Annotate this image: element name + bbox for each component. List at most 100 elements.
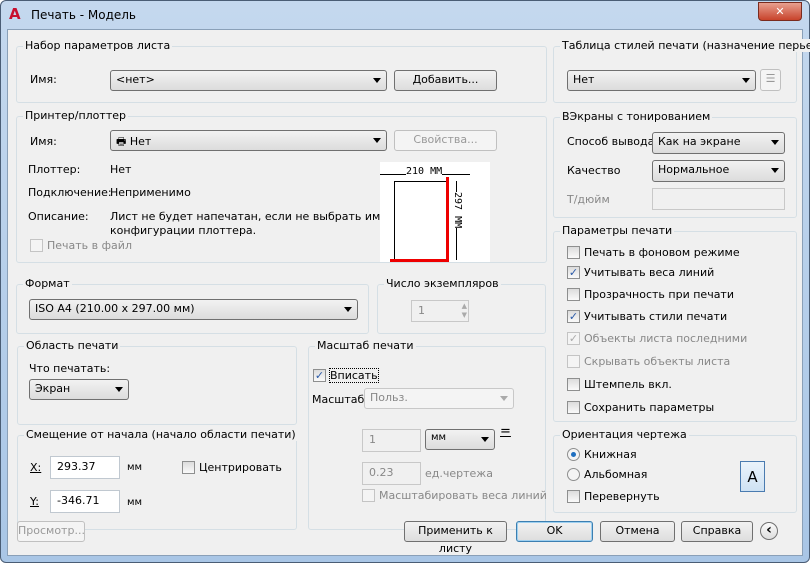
plot-offset-group: Смещение от начала (начало области печат…	[17, 428, 298, 530]
portrait-page-icon: A	[740, 461, 765, 492]
plot-option-checkbox[interactable]: Сохранить параметры	[567, 401, 714, 414]
plotter-label: Плоттер:	[28, 163, 81, 176]
checkbox-label: Учитывать стили печати	[584, 310, 728, 323]
fit-to-paper-checkbox[interactable]: ✓ Вписать	[313, 368, 379, 383]
printer-name-combo[interactable]: 🖶 Нет	[110, 130, 387, 151]
group-title: Параметры печати	[560, 224, 675, 237]
offset-y-input[interactable]: -346.71	[50, 490, 120, 513]
checkbox-label: Прозрачность при печати	[584, 288, 734, 301]
portrait-radio[interactable]: Книжная	[567, 448, 637, 461]
drawing-units-label: ед.чертежа	[425, 467, 493, 480]
upside-down-checkbox[interactable]: Перевернуть	[567, 490, 660, 503]
checkbox-label: Скрывать объекты листа	[584, 355, 731, 368]
plot-option-checkbox[interactable]: Прозрачность при печати	[567, 288, 734, 301]
chevron-down-icon	[771, 140, 779, 145]
chevron-down-icon	[500, 396, 508, 401]
dpi-input[interactable]	[652, 188, 785, 210]
help-button[interactable]: Справка	[681, 521, 753, 542]
chevron-down-icon	[481, 437, 489, 442]
printer-name-label: Имя:	[30, 135, 57, 148]
equals-sign: =	[500, 424, 511, 439]
plot-option-checkbox[interactable]: Штемпель вкл.	[567, 378, 672, 391]
checkbox-label: Центрировать	[199, 461, 282, 474]
checkbox-label: Учитывать веса линий	[584, 266, 715, 279]
checkbox-icon	[182, 461, 195, 474]
checkmark-icon: ✓	[567, 310, 580, 323]
preview-height-text: 297 ММ	[452, 192, 463, 229]
what-to-plot-combo[interactable]: Экран	[29, 379, 129, 400]
plot-option-checkbox[interactable]: ✓ Учитывать стили печати	[567, 310, 727, 323]
plot-option-checkbox[interactable]: Печать в фоновом режиме	[567, 246, 740, 259]
combo-value: Нет	[573, 73, 595, 86]
group-title: Область печати	[24, 339, 121, 352]
chevron-down-icon	[742, 78, 750, 83]
plot-option-checkbox[interactable]: ✓ Учитывать веса линий	[567, 266, 714, 279]
plot-option-checkbox[interactable]: Скрывать объекты листа	[567, 355, 730, 368]
combo-value: ISO A4 (210.00 x 297.00 мм)	[35, 302, 195, 315]
x-label: X:	[30, 461, 42, 474]
scale-label: Масштаб:	[312, 393, 368, 406]
cancel-button[interactable]: Отмена	[600, 521, 675, 542]
description-label: Описание:	[28, 210, 89, 223]
quality-label: Качество	[567, 164, 621, 177]
y-unit: мм	[127, 497, 143, 508]
paper-size-combo[interactable]: ISO A4 (210.00 x 297.00 мм)	[29, 299, 358, 320]
print-to-file-checkbox[interactable]: Печать в файл	[30, 239, 132, 252]
scale-numerator-input[interactable]: 1	[362, 429, 421, 452]
checkbox-label: Перевернуть	[584, 490, 660, 503]
margin-right-mark	[446, 177, 449, 262]
scale-lineweights-checkbox[interactable]: Масштабировать веса линий	[362, 489, 547, 502]
group-title: ВЭкраны с тонированием	[560, 110, 713, 123]
page-setup-name-combo[interactable]: <нет>	[110, 70, 387, 91]
printer-icon: 🖶	[116, 135, 130, 148]
preview-button[interactable]: Просмотр...	[17, 521, 85, 542]
checkmark-icon: ✓	[567, 266, 580, 279]
preview-width-text: 210 ММ	[406, 166, 443, 177]
checkbox-icon	[567, 490, 580, 503]
ok-button[interactable]: OK	[516, 521, 593, 542]
description-line-2: конфигурации плоттера.	[110, 224, 257, 237]
connection-value: Неприменимо	[110, 186, 191, 199]
scale-combo[interactable]: Польз.	[364, 388, 514, 409]
properties-button[interactable]: Свойства...	[394, 130, 497, 151]
shade-mode-label: Способ вывода	[567, 135, 655, 148]
apply-to-layout-button[interactable]: Применить к листу	[404, 521, 507, 555]
plot-option-checkbox[interactable]: ✓ Объекты листа последними	[567, 332, 747, 345]
collapse-chevron-left-icon[interactable]: ‹	[760, 522, 778, 540]
scale-denominator-input[interactable]: 0.23	[362, 462, 421, 485]
chevron-down-icon	[344, 307, 352, 312]
checkbox-label: Объекты листа последними	[584, 332, 748, 345]
add-button[interactable]: Добавить...	[394, 70, 497, 91]
paper-sheet	[394, 181, 447, 260]
connection-label: Подключение:	[28, 186, 112, 199]
radio-label: Альбомная	[584, 468, 648, 481]
plotter-edit-icon: ☰	[765, 72, 776, 85]
checkmark-icon: ✓	[567, 332, 580, 345]
chevron-down-icon	[115, 387, 123, 392]
spinner-value: 1	[418, 304, 425, 317]
checkbox-icon	[30, 239, 43, 252]
shade-mode-combo[interactable]: Как на экране	[652, 132, 785, 154]
plot-options-group: Параметры печати	[553, 224, 797, 422]
quality-combo[interactable]: Нормальное	[652, 160, 785, 182]
group-title: Масштаб печати	[315, 339, 416, 352]
plotter-value: Нет	[110, 163, 132, 176]
edit-plot-style-button[interactable]: ☰	[760, 69, 781, 91]
description-line-1: Лист не будет напечатан, если не выбрать…	[110, 210, 387, 223]
combo-value: <нет>	[116, 73, 155, 86]
scale-unit-combo[interactable]: мм	[425, 429, 495, 450]
close-button[interactable]: ✕	[758, 2, 802, 21]
checkbox-icon	[567, 355, 580, 368]
landscape-radio[interactable]: Альбомная	[567, 468, 647, 481]
checkbox-icon	[362, 489, 375, 502]
checkmark-icon: ✓	[313, 369, 326, 382]
offset-x-input[interactable]: 293.37	[50, 456, 120, 479]
plot-style-combo[interactable]: Нет	[567, 70, 756, 91]
group-title: Число экземпляров	[384, 277, 501, 290]
window-title: Печать - Модель	[31, 8, 136, 22]
spin-arrows-icon[interactable]: ▲ ▼	[462, 302, 467, 320]
copies-spinner[interactable]: 1 ▲ ▼	[411, 300, 469, 322]
checkbox-label: Сохранить параметры	[584, 401, 715, 414]
group-title: Формат	[23, 277, 72, 290]
center-plot-checkbox[interactable]: Центрировать	[182, 461, 282, 474]
